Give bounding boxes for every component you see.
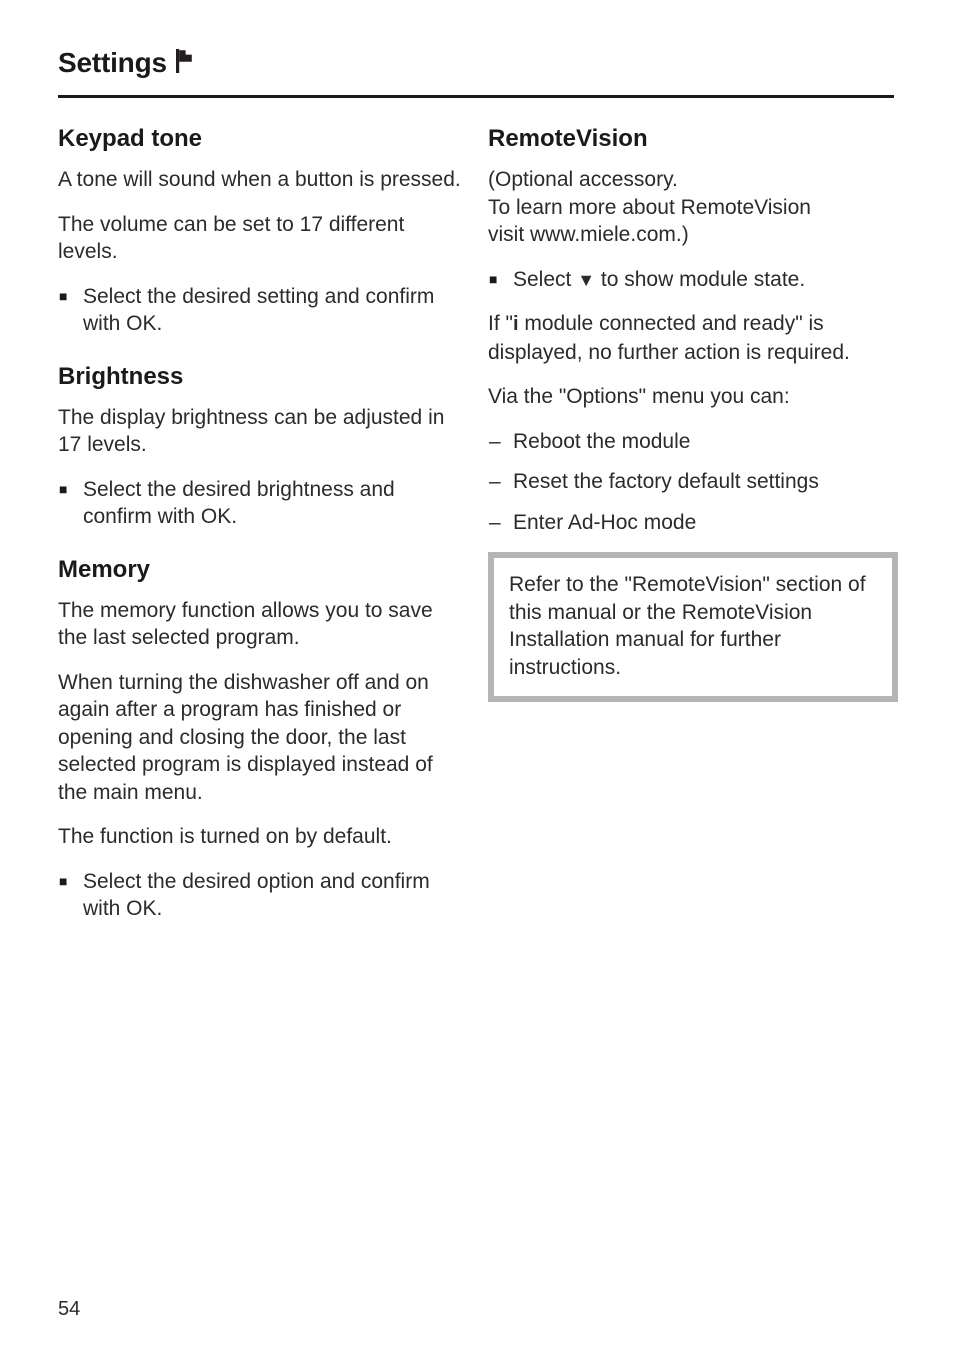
section-body-brightness: The display brightness can be adjusted i…	[58, 404, 464, 531]
intro-line-3: visit www.miele.com.)	[488, 223, 689, 246]
dash-icon: –	[489, 429, 501, 453]
intro-line-2: To learn more about RemoteVision	[488, 195, 811, 219]
bullet-list-item: ■ Select the desired setting and confirm…	[58, 283, 464, 338]
paragraph: The volume can be set to 17 different le…	[58, 212, 405, 264]
bullet-square-icon: ■	[59, 480, 68, 497]
dash-text: Reboot the module	[513, 429, 691, 453]
dash-text: Reset the factory default settings	[513, 470, 819, 493]
remotevision-intro-paragraph: (Optional accessory. To learn more about…	[488, 166, 894, 249]
paragraph: The memory function allows you to save t…	[58, 598, 433, 650]
section-heading-remotevision: RemoteVision	[488, 125, 648, 152]
content-columns: Keypad tone A tone will sound when a but…	[58, 124, 898, 940]
note-box-text: Refer to the "RemoteVision" section of t…	[509, 573, 866, 679]
flag-icon	[175, 49, 193, 73]
paragraph: The display brightness can be adjusted i…	[58, 405, 445, 457]
bullet-square-icon: ■	[489, 270, 498, 287]
note-box: Refer to the "RemoteVision" section of t…	[488, 552, 898, 702]
options-menu-intro: Via the "Options" menu you can:	[488, 385, 790, 408]
header-title-row: Settings	[58, 46, 894, 88]
page-title: Settings	[58, 47, 167, 78]
section-body-keypad-tone: A tone will sound when a button is press…	[58, 166, 464, 338]
page-header: Settings	[58, 46, 894, 88]
header-divider	[58, 95, 894, 98]
down-triangle-icon: ▼	[577, 269, 596, 290]
dash-icon: –	[489, 470, 501, 493]
bullet-square-icon: ■	[59, 872, 68, 889]
bullet-list-item: ■ Select the desired option and confirm …	[58, 868, 464, 923]
bullet-square-icon: ■	[59, 287, 68, 304]
bullet-list-item-show-module-state: ■ Select ▼ to show module state.	[488, 266, 894, 294]
bullet-text-suffix: to show module state.	[600, 267, 806, 291]
section-heading-brightness: Brightness	[58, 362, 184, 390]
bullet-text: Select the desired brightness and confir…	[83, 477, 395, 529]
bullet-text-prefix: Select	[513, 267, 572, 291]
page-number: 54	[58, 1298, 81, 1320]
module-ready-prefix: If "	[488, 312, 513, 335]
dash-list-item: – Reset the factory default settings	[488, 468, 894, 496]
section-heading-keypad-tone: Keypad tone	[58, 125, 203, 152]
bullet-text: Select the desired option and confirm wi…	[83, 869, 430, 921]
module-ready-paragraph: If "i module connected and ready" is dis…	[488, 310, 894, 366]
left-column: Keypad tone A tone will sound when a but…	[58, 124, 464, 940]
right-column: RemoteVision (Optional accessory. To lea…	[488, 124, 898, 940]
section-heading-memory: Memory	[58, 555, 151, 583]
dash-icon: –	[489, 510, 501, 534]
dash-text: Enter Ad-Hoc mode	[513, 510, 697, 534]
dash-list-item: – Reboot the module	[488, 428, 894, 456]
paragraph: The function is turned on by default.	[58, 825, 392, 848]
bullet-text: Select the desired setting and confirm w…	[83, 284, 435, 336]
bullet-list-item: ■ Select the desired brightness and conf…	[58, 476, 464, 531]
paragraph: When turning the dishwasher off and on a…	[58, 670, 433, 804]
section-body-memory: The memory function allows you to save t…	[58, 597, 464, 923]
module-ready-suffix: module connected and ready" is displayed…	[488, 312, 850, 364]
intro-line-1: (Optional accessory.	[488, 168, 678, 191]
document-page: Settings Keypad tone A tone will sound w…	[0, 0, 954, 1352]
paragraph: A tone will sound when a button is press…	[58, 168, 461, 191]
dash-list-item: – Enter Ad-Hoc mode	[488, 509, 894, 537]
